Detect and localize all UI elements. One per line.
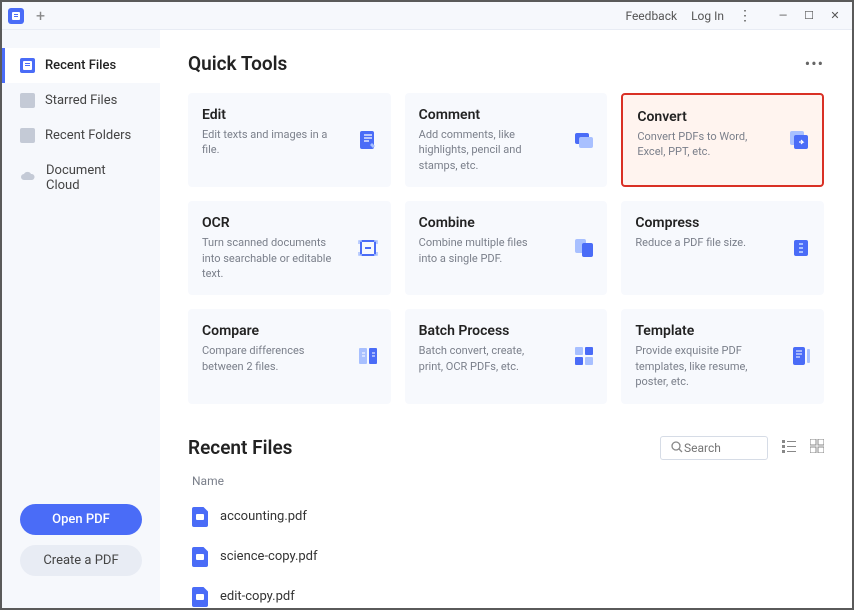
tool-title: Comment [419, 107, 594, 123]
tool-card-template[interactable]: Template Provide exquisite PDF templates,… [621, 309, 824, 403]
sidebar-item-starred-files[interactable]: Starred Files [2, 83, 160, 118]
edit-icon [357, 129, 379, 151]
tool-desc: Compare differences between 2 files. [202, 343, 332, 374]
tool-desc: Reduce a PDF file size. [635, 235, 765, 250]
batch-icon [573, 345, 595, 367]
tool-desc: Convert PDFs to Word, Excel, PPT, etc. [637, 129, 767, 160]
tool-card-compare[interactable]: Compare Compare differences between 2 fil… [188, 309, 391, 403]
titlebar: + Feedback Log In ⋮ — ☐ ✕ [2, 2, 852, 30]
search-box[interactable] [660, 436, 768, 460]
compare-icon [357, 345, 379, 367]
quick-tools-grid: Edit Edit texts and images in a file. Comm… [188, 93, 824, 404]
recent-files-icon [20, 58, 35, 73]
tool-desc: Edit texts and images in a file. [202, 127, 332, 158]
tool-title: Convert [637, 109, 808, 125]
maximize-button[interactable]: ☐ [798, 7, 820, 25]
pdf-file-icon [192, 547, 208, 567]
sidebar-item-label: Starred Files [45, 93, 117, 108]
sidebar-item-label: Recent Files [45, 58, 116, 73]
sidebar-item-label: Document Cloud [46, 163, 142, 193]
file-list: accounting.pdf science-copy.pdf edit-copy.… [188, 498, 824, 608]
sidebar-item-recent-folders[interactable]: Recent Folders [2, 118, 160, 153]
file-row[interactable]: science-copy.pdf [188, 538, 824, 576]
create-pdf-button[interactable]: Create a PDF [20, 545, 142, 576]
tool-title: Compare [202, 323, 377, 339]
quick-tools-more-icon[interactable]: ••• [805, 54, 824, 73]
compress-icon [790, 237, 812, 259]
tool-desc: Add comments, like highlights, pencil an… [419, 127, 549, 173]
tool-desc: Provide exquisite PDF templates, like re… [635, 343, 765, 389]
tool-card-compress[interactable]: Compress Reduce a PDF file size. [621, 201, 824, 295]
tool-card-convert[interactable]: Convert Convert PDFs to Word, Excel, PPT,… [621, 93, 824, 187]
quick-tools-title: Quick Tools [188, 52, 287, 75]
grid-view-icon[interactable] [810, 438, 824, 457]
file-row[interactable]: accounting.pdf [188, 498, 824, 536]
sidebar-item-document-cloud[interactable]: Document Cloud [2, 153, 160, 203]
file-row[interactable]: edit-copy.pdf [188, 578, 824, 608]
file-name: science-copy.pdf [220, 549, 318, 564]
tool-card-ocr[interactable]: OCR Turn scanned documents into searchabl… [188, 201, 391, 295]
titlebar-menu-icon[interactable]: ⋮ [738, 8, 752, 24]
cloud-icon [20, 170, 36, 186]
file-name: edit-copy.pdf [220, 589, 295, 604]
tool-desc: Turn scanned documents into searchable o… [202, 235, 332, 281]
tool-card-comment[interactable]: Comment Add comments, like highlights, pe… [405, 93, 608, 187]
tool-title: Edit [202, 107, 377, 123]
open-pdf-button[interactable]: Open PDF [20, 504, 142, 535]
recent-files-title: Recent Files [188, 436, 292, 459]
search-input[interactable] [684, 441, 754, 455]
comment-icon [573, 129, 595, 151]
template-icon [790, 345, 812, 367]
column-header-name: Name [188, 474, 824, 488]
tool-title: Compress [635, 215, 810, 231]
close-button[interactable]: ✕ [824, 7, 846, 25]
sidebar-item-label: Recent Folders [45, 128, 131, 143]
minimize-button[interactable]: — [772, 7, 794, 25]
tool-card-batch-process[interactable]: Batch Process Batch convert, create, prin… [405, 309, 608, 403]
tool-desc: Combine multiple files into a single PDF… [419, 235, 549, 266]
tool-title: Combine [419, 215, 594, 231]
login-link[interactable]: Log In [691, 9, 724, 23]
tool-card-combine[interactable]: Combine Combine multiple files into a sin… [405, 201, 608, 295]
pdf-file-icon [192, 507, 208, 527]
sidebar: Recent Files Starred Files Recent Folder… [2, 30, 160, 608]
list-view-icon[interactable] [782, 438, 796, 457]
tool-title: Template [635, 323, 810, 339]
folder-icon [20, 128, 35, 143]
tool-card-edit[interactable]: Edit Edit texts and images in a file. [188, 93, 391, 187]
tool-title: OCR [202, 215, 377, 231]
file-name: accounting.pdf [220, 509, 307, 524]
sidebar-item-recent-files[interactable]: Recent Files [2, 48, 160, 83]
feedback-link[interactable]: Feedback [625, 9, 677, 23]
ocr-icon [357, 237, 379, 259]
pdf-file-icon [192, 587, 208, 607]
combine-icon [573, 237, 595, 259]
convert-icon [788, 129, 810, 151]
tool-title: Batch Process [419, 323, 594, 339]
star-icon [20, 93, 35, 108]
new-tab-button[interactable]: + [36, 6, 45, 25]
content-area: Quick Tools ••• Edit Edit texts and image… [160, 30, 852, 608]
tool-desc: Batch convert, create, print, OCR PDFs, … [419, 343, 549, 374]
search-icon [671, 441, 684, 454]
app-logo-icon [8, 8, 24, 24]
